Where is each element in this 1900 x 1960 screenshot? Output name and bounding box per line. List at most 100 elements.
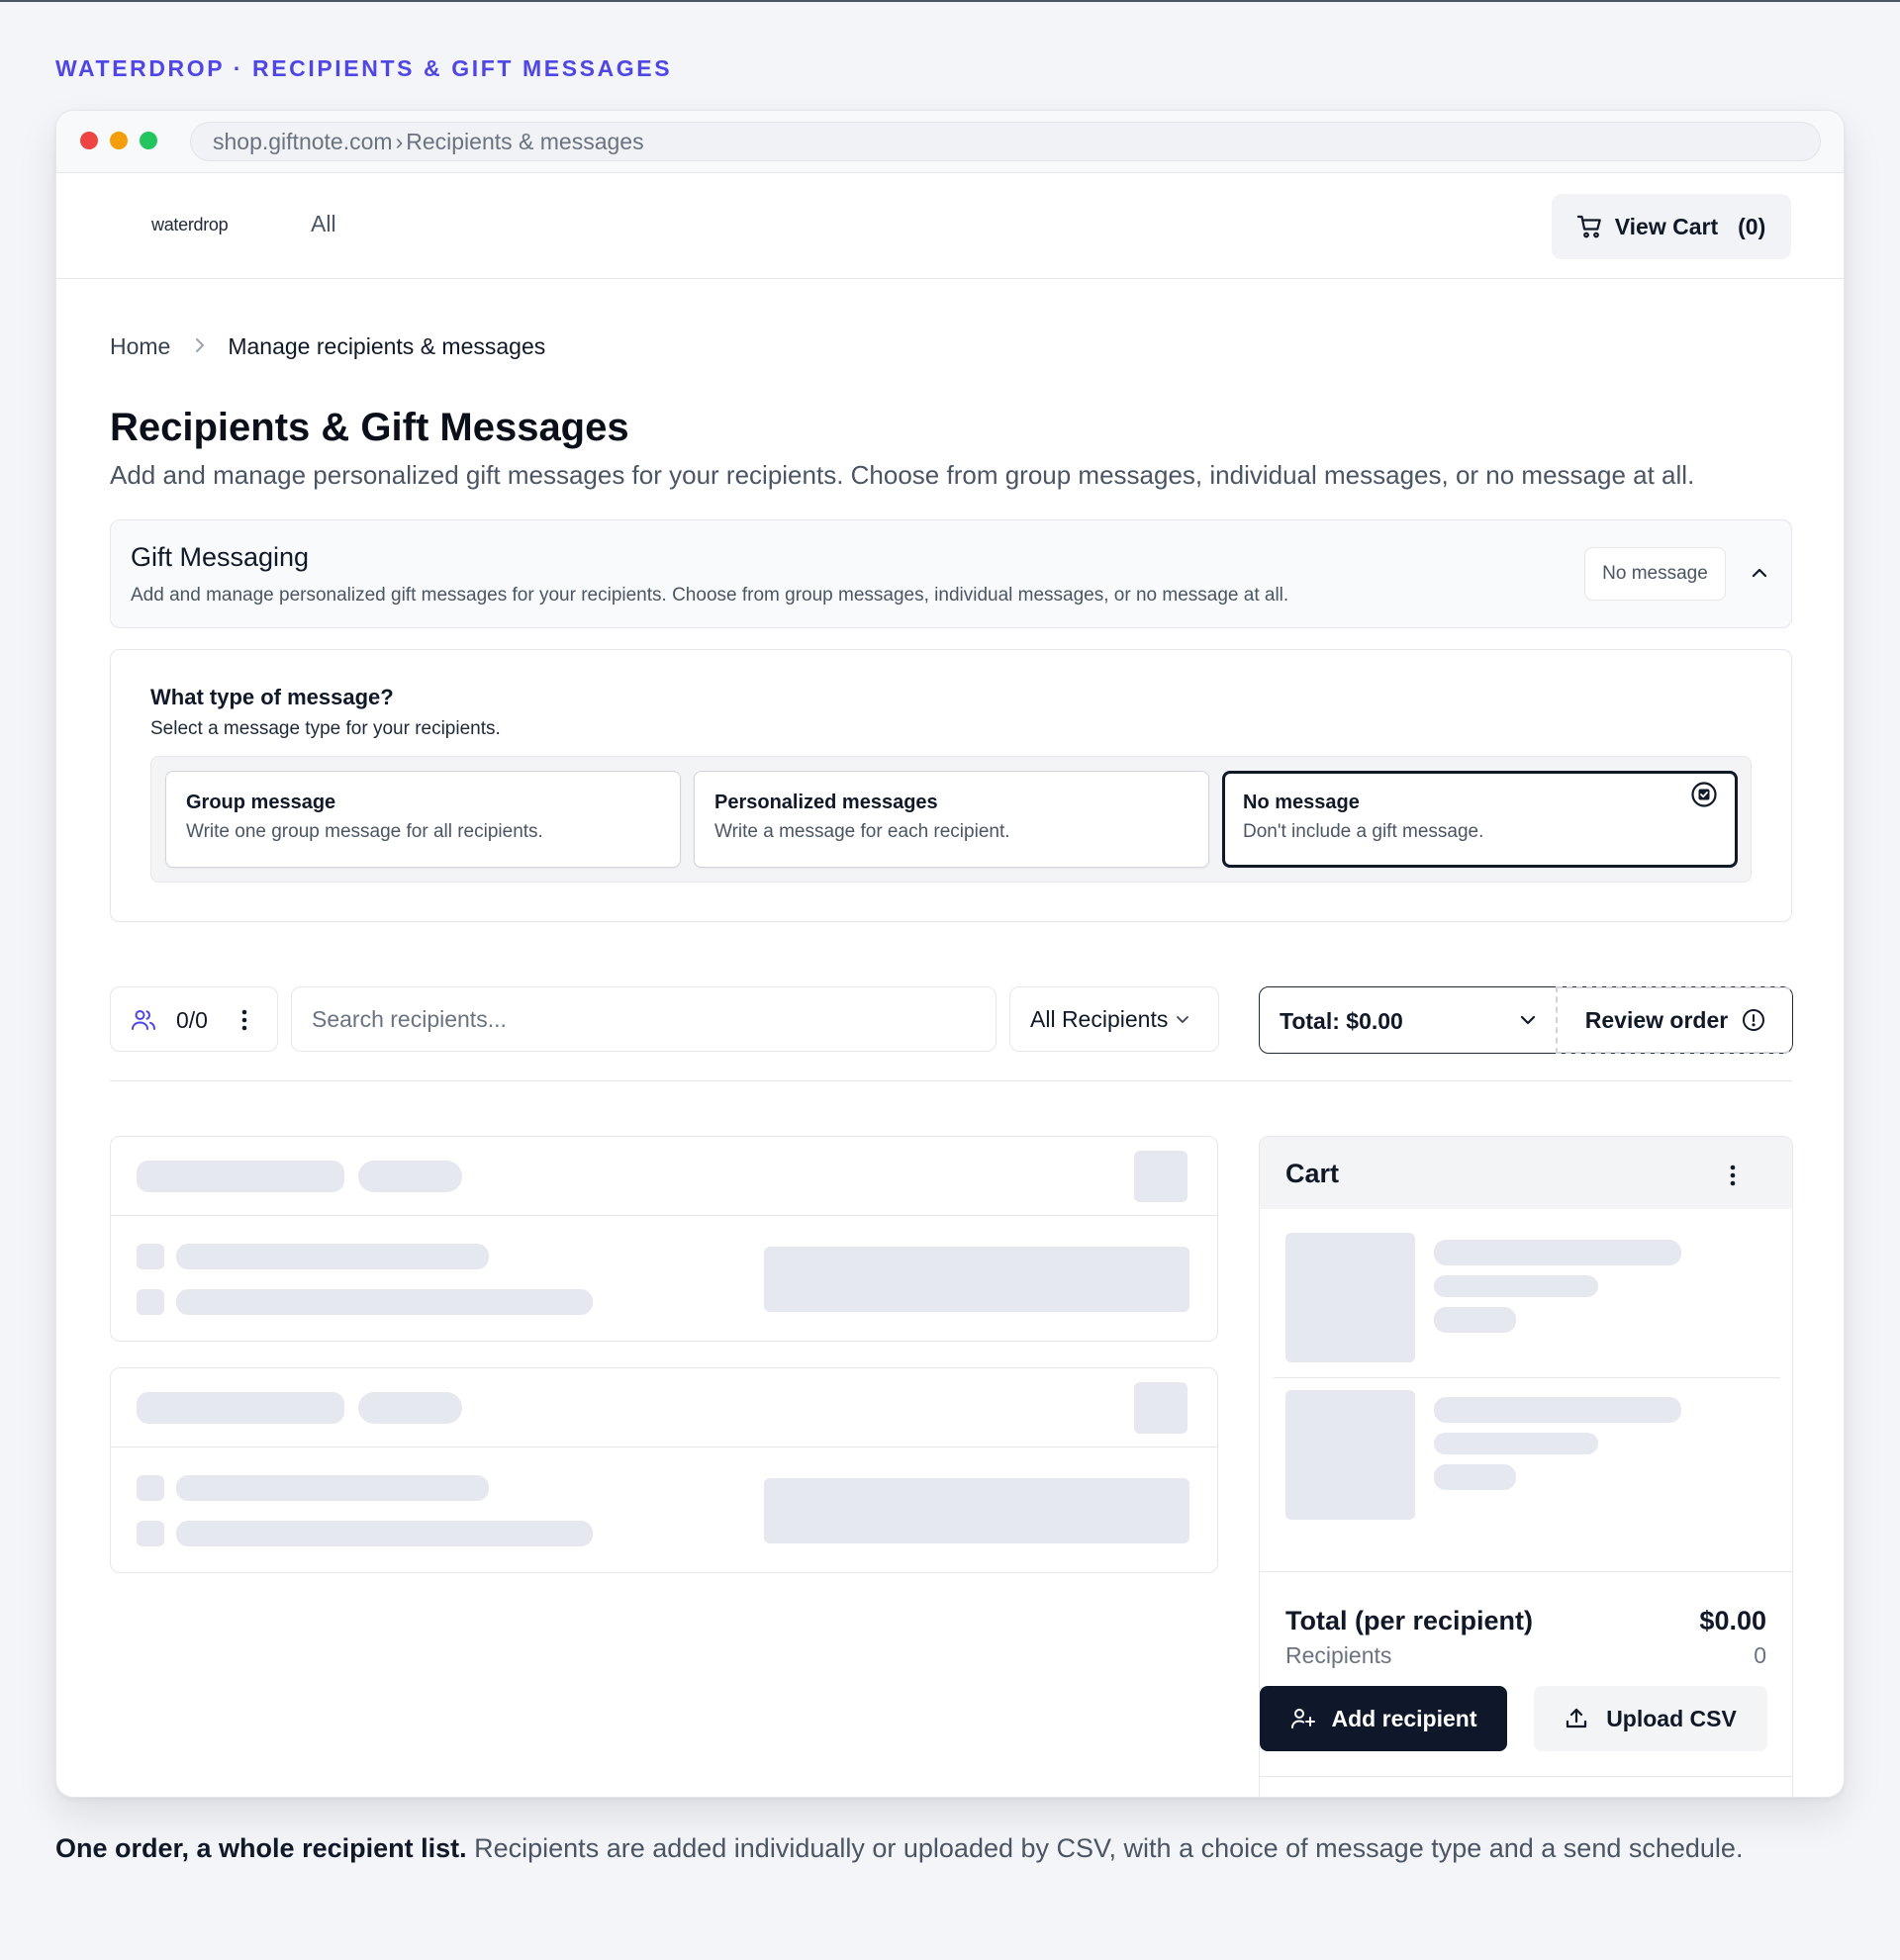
site-header: waterdrop All View Cart (0) — [56, 173, 1844, 279]
skeleton-header — [111, 1137, 1217, 1216]
skeleton-bar — [1434, 1433, 1598, 1454]
skeleton-bar — [176, 1475, 489, 1501]
option-title: Group message — [186, 792, 336, 813]
chevron-down-icon[interactable] — [1517, 1009, 1539, 1031]
gift-messaging-panel[interactable]: Gift Messaging Add and manage personaliz… — [110, 519, 1792, 628]
message-status-badge: No message — [1584, 547, 1726, 601]
url-path: Recipients & messages — [406, 128, 644, 154]
skeleton-block — [764, 1478, 1189, 1543]
filter-label: All Recipients — [1030, 1005, 1169, 1032]
skeleton-thumbnail — [1285, 1233, 1415, 1362]
cart-count: (0) — [1738, 213, 1766, 239]
cart-item-divider — [1274, 1377, 1780, 1378]
caption-lead: One order, a whole recipient list. — [55, 1833, 467, 1863]
info-icon — [1743, 1009, 1765, 1031]
cart-summary-divider — [1260, 1571, 1792, 1572]
users-icon — [132, 1010, 155, 1030]
order-total-control[interactable]: Total: $0.00 Review order — [1259, 986, 1793, 1054]
gift-messaging-title: Gift Messaging — [131, 542, 310, 572]
minimize-window-dot[interactable] — [110, 132, 128, 149]
skeleton-dot — [137, 1244, 164, 1269]
chevron-up-icon[interactable] — [1747, 560, 1772, 586]
maximize-window-dot[interactable] — [140, 132, 157, 149]
add-recipient-label: Add recipient — [1331, 1705, 1477, 1731]
skeleton-bar — [1434, 1464, 1516, 1490]
upload-csv-label: Upload CSV — [1606, 1705, 1737, 1731]
recipient-card-skeleton — [110, 1136, 1218, 1342]
skeleton-block — [764, 1247, 1189, 1312]
view-cart-button[interactable]: View Cart (0) — [1552, 194, 1791, 259]
skeleton-header — [111, 1368, 1217, 1447]
skeleton-bar — [176, 1521, 593, 1546]
brand-logo[interactable]: waterdrop — [151, 215, 229, 235]
cart-footer-divider — [1260, 1776, 1792, 1777]
browser-chrome: shop.giftnote.com › Recipients & message… — [56, 111, 1844, 173]
skeleton-bar — [1434, 1307, 1516, 1333]
skeleton-bar — [1434, 1397, 1681, 1423]
url-host: shop.giftnote.com — [213, 128, 393, 154]
option-description: Write one group message for all recipien… — [186, 821, 543, 842]
option-title: Personalized messages — [714, 792, 938, 813]
skeleton-dot — [137, 1289, 164, 1315]
recipients-filter-select[interactable]: All Recipients — [1009, 986, 1219, 1052]
figure-caption: One order, a whole recipient list. Recip… — [55, 1827, 1817, 1870]
breadcrumb: Home Manage recipients & messages — [110, 333, 545, 360]
skeleton-bar — [1434, 1240, 1681, 1265]
skeleton-square — [1134, 1151, 1188, 1202]
close-window-dot[interactable] — [80, 132, 98, 149]
review-order-button[interactable]: Review order — [1556, 986, 1793, 1054]
add-recipient-button[interactable]: Add recipient — [1260, 1686, 1507, 1751]
upload-csv-button[interactable]: Upload CSV — [1534, 1686, 1767, 1751]
browser-window: shop.giftnote.com › Recipients & message… — [55, 110, 1845, 1798]
order-total-label: Total: $0.00 — [1280, 1008, 1403, 1034]
message-type-options: Group message Write one group message fo… — [150, 756, 1752, 883]
skeleton-bar — [1434, 1275, 1598, 1297]
checked-box-icon — [1691, 782, 1717, 807]
cart-total-value: $0.00 — [1699, 1606, 1766, 1635]
breadcrumb-home[interactable]: Home — [110, 333, 170, 360]
user-plus-icon — [1290, 1709, 1315, 1728]
recipient-count: 0/0 — [176, 1007, 208, 1033]
search-recipients-input[interactable] — [291, 986, 997, 1052]
page-title: Recipients & Gift Messages — [110, 406, 629, 449]
skeleton-bar — [176, 1244, 489, 1269]
caption-body: Recipients are added individually or upl… — [466, 1833, 1744, 1863]
page-subtitle: Add and manage personalized gift message… — [110, 460, 1695, 490]
upload-icon — [1567, 1708, 1587, 1728]
skeleton-bar — [137, 1392, 344, 1424]
option-group-message[interactable]: Group message Write one group message fo… — [165, 771, 681, 868]
cart-title: Cart — [1285, 1159, 1340, 1188]
message-type-question: What type of message? — [150, 685, 394, 709]
skeleton-dot — [137, 1521, 164, 1546]
cart-icon — [1576, 215, 1601, 238]
skeleton-bar — [176, 1289, 593, 1315]
cart-panel: Cart Total (per recipient) $0.00 Recipie… — [1259, 1136, 1793, 1797]
option-personalized-messages[interactable]: Personalized messages Write a message fo… — [694, 771, 1209, 868]
cart-total-label: Total (per recipient) — [1285, 1606, 1534, 1635]
cart-header: Cart — [1260, 1137, 1792, 1209]
recipient-card-skeleton — [110, 1367, 1218, 1573]
more-vertical-icon[interactable] — [239, 1007, 249, 1033]
skeleton-dot — [137, 1475, 164, 1501]
option-description: Write a message for each recipient. — [714, 821, 1010, 842]
view-cart-label: View Cart — [1614, 213, 1719, 239]
skeleton-bar — [137, 1161, 344, 1192]
nav-link-all[interactable]: All — [311, 211, 336, 237]
option-title: No message — [1243, 792, 1360, 813]
option-no-message[interactable]: No message Don't include a gift message. — [1222, 771, 1738, 868]
chevron-down-icon — [1177, 1016, 1189, 1023]
breadcrumb-current: Manage recipients & messages — [228, 333, 546, 359]
chevron-right-icon — [194, 334, 206, 360]
skeleton-pill — [358, 1392, 462, 1424]
skeleton-thumbnail — [1285, 1390, 1415, 1520]
eyebrow-label: WATERDROP · RECIPIENTS & GIFT MESSAGES — [55, 55, 673, 81]
skeleton-pill — [358, 1161, 462, 1192]
message-type-card: What type of message? Select a message t… — [110, 649, 1792, 922]
url-separator: › — [395, 128, 404, 154]
more-vertical-icon[interactable] — [1728, 1163, 1738, 1188]
option-description: Don't include a gift message. — [1243, 821, 1484, 842]
address-bar[interactable]: shop.giftnote.com › Recipients & message… — [190, 122, 1821, 161]
top-border — [0, 0, 1900, 2]
gift-messaging-description: Add and manage personalized gift message… — [131, 585, 1289, 606]
cart-recipients-value: 0 — [1754, 1642, 1766, 1668]
